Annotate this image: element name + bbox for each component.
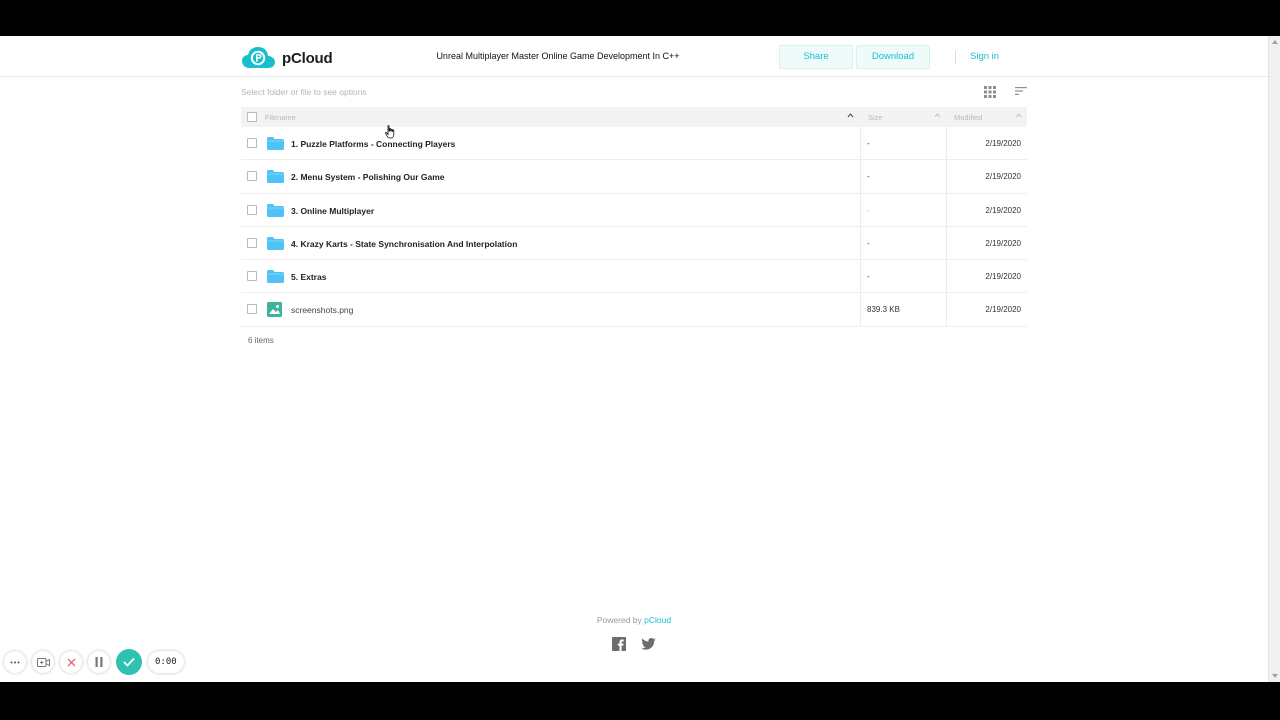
facebook-icon[interactable] xyxy=(612,637,626,651)
logo-text: pCloud xyxy=(282,49,333,67)
recorder-more-button[interactable] xyxy=(4,651,26,673)
row-modified: 2/19/2020 xyxy=(985,272,1021,282)
table-row[interactable]: 1. Puzzle Platforms - Connecting Players… xyxy=(241,127,1027,161)
powered-by: Powered by pCloud xyxy=(0,615,1268,625)
table-row[interactable]: 4. Krazy Karts - State Synchronisation A… xyxy=(241,226,1027,261)
folder-icon xyxy=(267,137,284,150)
folder-icon xyxy=(267,203,284,217)
sort-filename-up-icon[interactable] xyxy=(847,112,854,119)
row-size: - xyxy=(860,226,947,260)
row-modified: 2/19/2020 xyxy=(985,139,1021,148)
row-size: - xyxy=(860,127,947,160)
more-dots-icon xyxy=(10,661,20,663)
table-row[interactable]: 3. Online Multiplayer - 2/19/2020 xyxy=(241,193,1027,227)
selection-hint: Select folder or file to see options xyxy=(241,87,367,97)
row-checkbox[interactable] xyxy=(247,304,257,315)
row-filename[interactable]: 5. Extras xyxy=(291,272,326,282)
check-icon xyxy=(123,657,135,667)
row-checkbox[interactable] xyxy=(247,271,257,282)
pcloud-link[interactable]: pCloud xyxy=(644,615,671,625)
row-filename[interactable]: 2. Menu System - Polishing Our Game xyxy=(291,172,445,182)
row-size: - xyxy=(860,260,947,294)
row-size: 839.3 KB xyxy=(860,293,947,327)
sort-modified-icon[interactable] xyxy=(1015,112,1022,119)
row-checkbox[interactable] xyxy=(247,171,257,182)
select-all-checkbox[interactable] xyxy=(247,112,257,122)
row-checkbox[interactable] xyxy=(247,138,257,148)
top-bar: pCloud Unreal Multiplayer Master Online … xyxy=(0,36,1268,77)
recorder-pause-button[interactable] xyxy=(88,651,110,673)
folder-icon xyxy=(267,170,284,184)
page-title: Unreal Multiplayer Master Online Game De… xyxy=(436,51,680,61)
row-modified: 2/19/2020 xyxy=(985,238,1021,248)
image-file-icon xyxy=(267,302,282,318)
grid-view-icon[interactable] xyxy=(984,86,996,98)
pause-icon xyxy=(95,657,103,667)
row-modified: 2/19/2020 xyxy=(985,305,1021,315)
recorder-finish-button[interactable] xyxy=(116,649,142,675)
folder-icon xyxy=(267,236,284,250)
row-filename[interactable]: screenshots.png xyxy=(291,305,353,315)
twitter-icon[interactable] xyxy=(641,638,656,650)
item-count: 6 items xyxy=(248,336,274,345)
header-divider xyxy=(955,51,956,64)
column-modified[interactable]: Modified xyxy=(954,113,982,122)
row-checkbox[interactable] xyxy=(247,237,257,248)
recorder-widget: 0:00 xyxy=(4,649,184,675)
table-row[interactable]: 2. Menu System - Polishing Our Game - 2/… xyxy=(241,160,1027,194)
row-checkbox[interactable] xyxy=(247,204,257,215)
folder-icon xyxy=(267,270,284,284)
row-filename[interactable]: 1. Puzzle Platforms - Connecting Players xyxy=(291,139,455,149)
powered-by-label: Powered by xyxy=(596,615,642,625)
recorder-cancel-button[interactable] xyxy=(60,651,82,673)
close-icon xyxy=(67,658,75,666)
row-filename[interactable]: 3. Online Multiplayer xyxy=(291,206,374,216)
pcloud-logo[interactable]: pCloud xyxy=(241,46,333,70)
file-table: Filename Size Modified 1. Puzzle Platfor… xyxy=(241,107,1027,327)
table-row[interactable]: screenshots.png 839.3 KB 2/19/2020 xyxy=(241,293,1027,327)
recorder-timer: 0:00 xyxy=(148,651,184,673)
download-button[interactable]: Download xyxy=(856,45,930,69)
scroll-up-icon[interactable] xyxy=(1272,40,1278,44)
camera-icon xyxy=(36,657,50,667)
row-modified: 2/19/2020 xyxy=(985,205,1021,215)
page: pCloud Unreal Multiplayer Master Online … xyxy=(0,36,1280,682)
column-filename[interactable]: Filename xyxy=(265,113,296,122)
table-header: Filename Size Modified xyxy=(241,107,1027,127)
row-size: - xyxy=(860,193,947,227)
pcloud-logo-icon xyxy=(242,47,275,68)
table-row[interactable]: 5. Extras - 2/19/2020 xyxy=(241,260,1027,294)
row-size: - xyxy=(860,160,947,194)
row-filename[interactable]: 4. Krazy Karts - State Synchronisation A… xyxy=(291,239,517,249)
share-button[interactable]: Share xyxy=(779,45,853,69)
row-modified: 2/19/2020 xyxy=(985,172,1021,182)
sort-size-icon[interactable] xyxy=(934,112,941,119)
sign-in-link[interactable]: Sign in xyxy=(970,51,999,62)
vertical-scrollbar[interactable] xyxy=(1268,36,1280,682)
scroll-down-icon[interactable] xyxy=(1272,674,1278,678)
recorder-camera-button[interactable] xyxy=(32,651,54,673)
sort-icon[interactable] xyxy=(1015,86,1027,96)
column-size[interactable]: Size xyxy=(868,113,883,122)
